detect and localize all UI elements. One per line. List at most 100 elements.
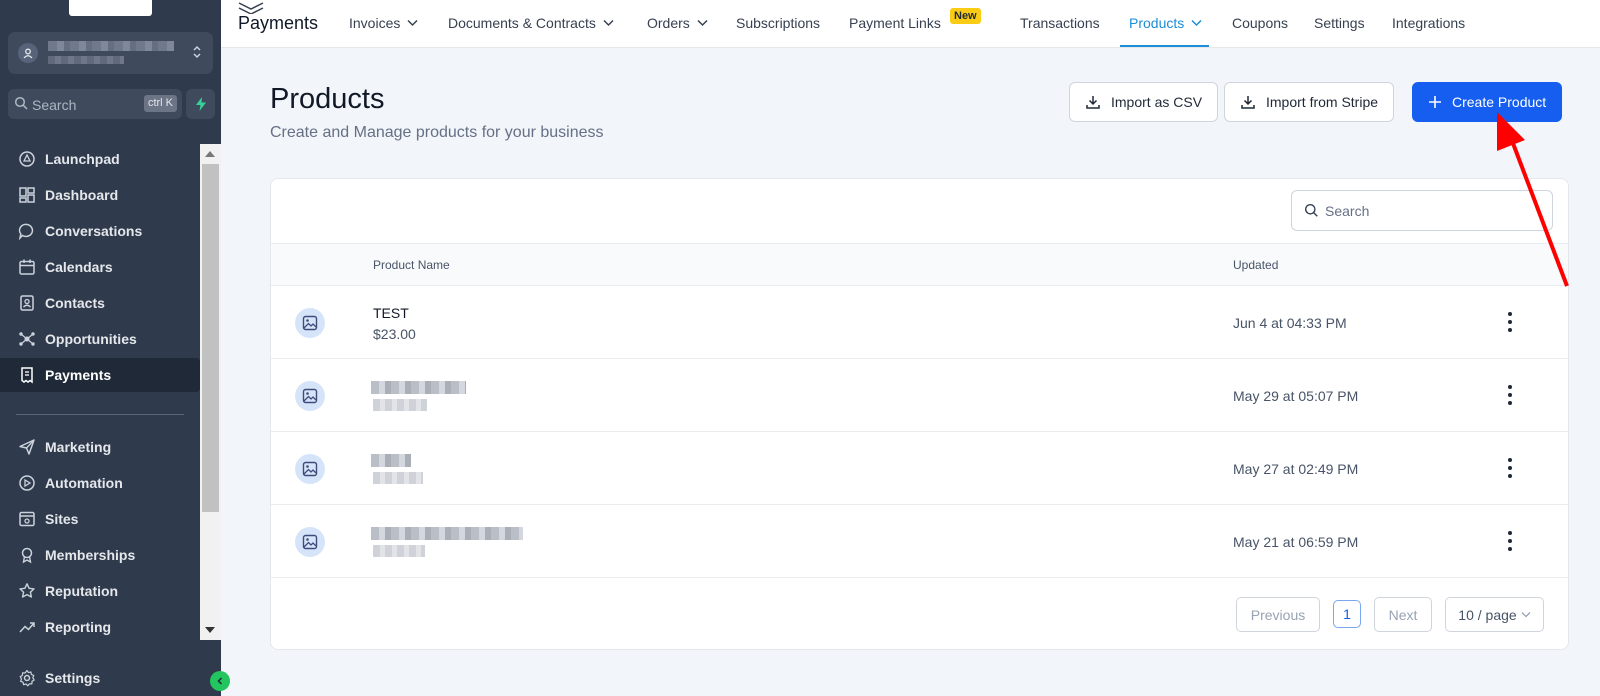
page-number: 1 [1343, 606, 1351, 622]
page-size-select[interactable]: 10 / page [1445, 597, 1544, 632]
sidebar-item-payments[interactable]: Payments [0, 358, 200, 392]
chevron-down-icon [697, 19, 708, 27]
tab-label: Settings [1314, 15, 1365, 31]
chevron-updown-icon [191, 43, 203, 66]
tab-products[interactable]: Products [1129, 15, 1202, 31]
download-icon [1085, 94, 1101, 110]
table-row[interactable]: May 29 at 05:07 PM [271, 359, 1568, 432]
tab-subscriptions[interactable]: Subscriptions [736, 15, 820, 31]
chevron-down-icon [1191, 19, 1202, 27]
sidebar-divider [16, 414, 184, 415]
plus-icon [1428, 95, 1442, 109]
chat-icon [17, 221, 37, 241]
product-name-redacted [371, 527, 523, 540]
product-name: TEST [373, 305, 409, 321]
sidebar-item-label: Automation [45, 475, 123, 491]
more-options-icon[interactable] [1507, 385, 1513, 405]
more-options-icon[interactable] [1507, 458, 1513, 478]
sidebar-item-conversations[interactable]: Conversations [0, 214, 200, 248]
tab-orders[interactable]: Orders [647, 15, 708, 31]
product-updated: May 21 at 06:59 PM [1233, 534, 1359, 550]
sidebar-item-reporting[interactable]: Reporting [0, 610, 200, 644]
chevron-down-icon [1521, 612, 1531, 618]
button-label: Next [1388, 606, 1418, 623]
sidebar-search[interactable]: Search ctrl K [8, 89, 182, 119]
scroll-down-arrow[interactable] [205, 627, 215, 633]
collapse-sidebar-button[interactable] [210, 671, 230, 691]
tab-payment-links[interactable]: Payment Links [849, 15, 941, 31]
sidebar-item-label: Calendars [45, 259, 113, 275]
create-product-button[interactable]: Create Product [1412, 82, 1563, 122]
top-navigation: Payments Invoices Documents & Contracts … [221, 0, 1600, 48]
button-label: Create Product [1452, 94, 1547, 110]
sidebar-item-label: Sites [45, 511, 79, 527]
sidebar-item-contacts[interactable]: Contacts [0, 286, 200, 320]
sidebar-item-sites[interactable]: Sites [0, 502, 200, 536]
sidebar-item-opportunities[interactable]: Opportunities [0, 322, 200, 356]
search-placeholder: Search [1325, 203, 1370, 219]
sidebar-item-label: Settings [45, 670, 101, 686]
import-csv-button[interactable]: Import as CSV [1069, 82, 1219, 122]
sidebar-item-calendars[interactable]: Calendars [0, 250, 200, 284]
chevron-left-icon [217, 677, 223, 685]
agency-logo [69, 0, 152, 16]
import-stripe-button[interactable]: Import from Stripe [1224, 82, 1395, 122]
memberships-icon [17, 545, 37, 565]
download-icon [1240, 94, 1256, 110]
sidebar-item-marketing[interactable]: Marketing [0, 430, 200, 464]
column-header-product-name: Product Name [373, 258, 450, 272]
tab-settings[interactable]: Settings [1314, 15, 1365, 31]
sidebar-item-label: Opportunities [45, 331, 137, 347]
dashboard-icon [17, 185, 37, 205]
page-subtitle: Create and Manage products for your busi… [270, 124, 604, 141]
tab-invoices[interactable]: Invoices [349, 15, 418, 31]
sidebar-item-dashboard[interactable]: Dashboard [0, 178, 200, 212]
automation-icon [17, 473, 37, 493]
more-options-icon[interactable] [1507, 312, 1513, 332]
location-icon [18, 43, 38, 63]
tab-label: Documents & Contracts [448, 15, 596, 31]
sidebar-item-reputation[interactable]: Reputation [0, 574, 200, 608]
button-label: Import from Stripe [1266, 94, 1379, 110]
sidebar-item-label: Launchpad [45, 151, 120, 167]
table-row[interactable]: May 27 at 02:49 PM [271, 432, 1568, 505]
image-placeholder-icon [295, 454, 325, 484]
image-placeholder-icon [295, 308, 325, 338]
scroll-up-arrow[interactable] [205, 151, 215, 157]
product-price-redacted [373, 399, 427, 411]
product-search-input[interactable]: Search [1291, 190, 1553, 231]
tab-label: Transactions [1020, 15, 1100, 31]
tab-transactions[interactable]: Transactions [1020, 15, 1100, 31]
tab-coupons[interactable]: Coupons [1232, 15, 1288, 31]
sidebar-item-automation[interactable]: Automation [0, 466, 200, 500]
sidebar-item-label: Reputation [45, 583, 119, 599]
sidebar-item-label: Conversations [45, 223, 143, 239]
page-number-button[interactable]: 1 [1333, 600, 1361, 628]
next-page-button[interactable]: Next [1374, 597, 1432, 632]
table-row[interactable]: TEST $23.00 Jun 4 at 04:33 PM [271, 286, 1568, 359]
previous-page-button[interactable]: Previous [1236, 597, 1320, 632]
tab-documents-contracts[interactable]: Documents & Contracts [448, 15, 614, 31]
search-icon [1304, 203, 1319, 223]
account-switcher[interactable] [8, 32, 213, 74]
sidebar-item-memberships[interactable]: Memberships [0, 538, 200, 572]
sidebar-search-label: Search [32, 97, 77, 113]
tab-label: Integrations [1392, 15, 1466, 31]
search-icon [14, 96, 29, 116]
sidebar-item-settings[interactable]: Settings [0, 661, 200, 695]
contacts-icon [17, 293, 37, 313]
tab-label: Products [1129, 15, 1185, 31]
tab-integrations[interactable]: Integrations [1392, 15, 1465, 31]
products-card: Search Product Name Updated TEST $23.00 … [270, 178, 1569, 650]
account-address-redacted [48, 56, 124, 64]
quick-actions-button[interactable] [186, 89, 215, 119]
sidebar: Search ctrl K Launchpad Dashboard Conver… [0, 0, 221, 696]
scroll-thumb[interactable] [202, 164, 219, 512]
more-options-icon[interactable] [1507, 531, 1513, 551]
sidebar-item-label: Payments [45, 367, 112, 383]
search-shortcut: ctrl K [143, 95, 177, 112]
table-row[interactable]: May 21 at 06:59 PM [271, 505, 1568, 578]
sidebar-item-launchpad[interactable]: Launchpad [0, 142, 200, 176]
sidebar-scrollbar[interactable] [200, 144, 221, 640]
star-icon [17, 581, 37, 601]
